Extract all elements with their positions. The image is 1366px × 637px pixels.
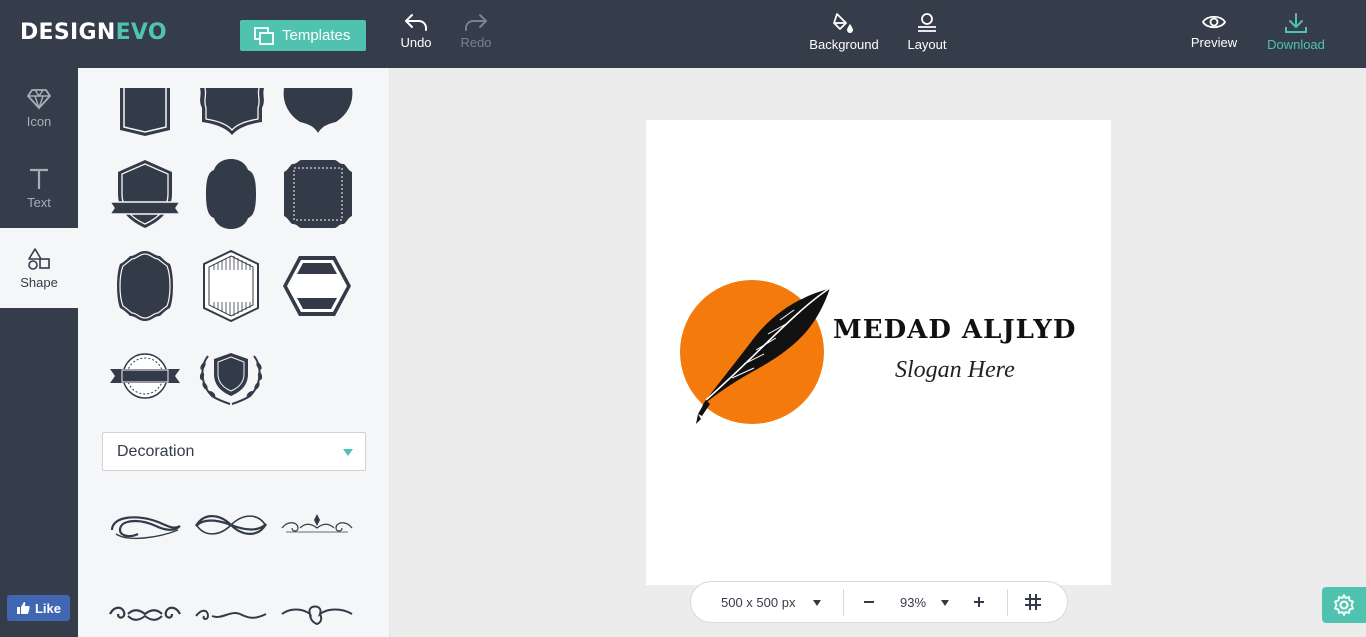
download-button[interactable]: Download bbox=[1266, 12, 1326, 58]
grid-toggle-button[interactable] bbox=[1022, 591, 1044, 613]
background-button[interactable]: Background bbox=[808, 12, 880, 58]
shape-laurel-shield[interactable] bbox=[194, 350, 268, 406]
plus-icon bbox=[974, 597, 984, 607]
layout-label: Layout bbox=[907, 37, 947, 52]
logo-text-evo: EVO bbox=[115, 20, 167, 45]
category-dropdown-value: Decoration bbox=[117, 442, 195, 460]
settings-button[interactable] bbox=[1322, 587, 1366, 623]
templates-label: Templates bbox=[282, 27, 351, 44]
undo-icon bbox=[405, 14, 427, 31]
facebook-like-button[interactable]: Like bbox=[7, 595, 70, 621]
gear-icon bbox=[1334, 594, 1354, 616]
rail-item-icon[interactable]: Icon bbox=[0, 68, 78, 148]
background-label: Background bbox=[809, 37, 879, 52]
preview-button[interactable]: Preview bbox=[1190, 12, 1238, 58]
shape-hexagon-lined[interactable] bbox=[202, 250, 260, 322]
redo-label: Redo bbox=[460, 35, 492, 50]
decoration-swirl-2[interactable] bbox=[194, 510, 268, 540]
layout-icon bbox=[918, 13, 936, 32]
rail-item-shape[interactable]: Shape bbox=[0, 228, 78, 308]
zoom-chevron-down-icon[interactable] bbox=[941, 600, 949, 606]
decoration-swirl-6[interactable] bbox=[280, 600, 354, 626]
left-rail: Icon Text Shape bbox=[0, 68, 78, 637]
shape-badge-cloud[interactable] bbox=[282, 88, 354, 134]
decoration-swirl-4[interactable] bbox=[108, 602, 182, 626]
paint-bucket-icon bbox=[833, 13, 853, 33]
like-label: Like bbox=[34, 600, 61, 616]
zoom-out-button[interactable] bbox=[858, 591, 880, 613]
rail-spacer bbox=[0, 308, 78, 328]
designevo-logo[interactable]: DESIGNEVO bbox=[20, 20, 167, 45]
zoom-level-select[interactable]: 93% bbox=[900, 595, 926, 610]
grid-icon bbox=[1025, 594, 1041, 610]
shape-badge-scalloped[interactable] bbox=[196, 88, 268, 138]
eye-icon bbox=[1201, 15, 1227, 29]
zoom-in-button[interactable] bbox=[968, 591, 990, 613]
shape-ornate-square[interactable] bbox=[282, 158, 354, 230]
decoration-flourish-3[interactable] bbox=[280, 510, 354, 540]
shape-hexagon-banner[interactable] bbox=[281, 254, 353, 318]
logo-emblem[interactable] bbox=[676, 276, 836, 428]
text-t-icon bbox=[30, 168, 48, 189]
logo-slogan-text[interactable]: Slogan Here bbox=[895, 357, 1015, 384]
shape-seal-ribbon[interactable] bbox=[110, 352, 180, 400]
templates-icon bbox=[254, 26, 274, 45]
divider bbox=[1007, 589, 1008, 616]
shape-oval-badge[interactable] bbox=[204, 158, 258, 230]
canvas-size-select[interactable]: 500 x 500 px bbox=[721, 595, 795, 610]
logo-text-design: DESIGN bbox=[20, 20, 116, 45]
redo-button[interactable]: Redo bbox=[460, 12, 492, 58]
chevron-down-icon bbox=[343, 449, 353, 456]
size-chevron-down-icon[interactable] bbox=[813, 600, 821, 606]
shape-panel: Decoration bbox=[78, 68, 390, 637]
preview-label: Preview bbox=[1190, 35, 1238, 50]
top-toolbar: DESIGNEVO Templates Undo Redo Background bbox=[0, 0, 1366, 68]
undo-label: Undo bbox=[400, 35, 432, 50]
rail-item-label: Icon bbox=[26, 113, 52, 129]
rail-item-label: Shape bbox=[20, 274, 58, 290]
diamond-icon bbox=[27, 88, 51, 110]
divider bbox=[843, 589, 844, 616]
shape-shield-ribbon[interactable] bbox=[110, 158, 180, 230]
rail-item-label: Text bbox=[27, 194, 51, 210]
rail-item-text[interactable]: Text bbox=[0, 148, 78, 228]
logo-title-text[interactable]: MEDAD ALJLYD bbox=[833, 315, 1076, 345]
undo-button[interactable]: Undo bbox=[400, 12, 432, 58]
download-icon bbox=[1285, 13, 1307, 33]
shapes-icon bbox=[28, 247, 50, 270]
download-label: Download bbox=[1267, 37, 1325, 52]
canvas-control-bar: 500 x 500 px 93% bbox=[690, 581, 1068, 623]
minus-icon bbox=[864, 601, 874, 603]
shape-ornate-oval[interactable] bbox=[114, 250, 176, 322]
redo-icon bbox=[465, 14, 487, 31]
category-dropdown[interactable]: Decoration bbox=[102, 432, 366, 471]
decoration-swirl-1[interactable] bbox=[108, 508, 182, 542]
shape-badge-plain[interactable] bbox=[116, 88, 174, 138]
layout-button[interactable]: Layout bbox=[906, 12, 948, 58]
thumbs-up-icon bbox=[16, 602, 30, 614]
decoration-swirl-5[interactable] bbox=[194, 604, 268, 624]
templates-button[interactable]: Templates bbox=[240, 20, 366, 51]
